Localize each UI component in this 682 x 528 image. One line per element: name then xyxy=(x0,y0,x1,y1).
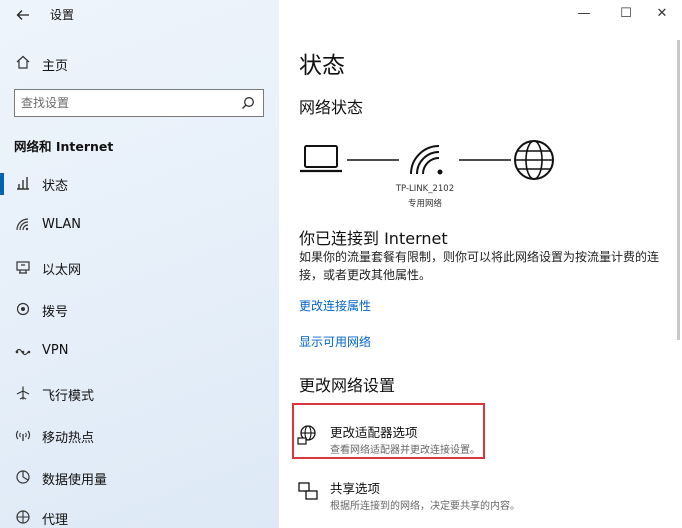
back-button[interactable] xyxy=(12,5,34,25)
sidebar-item-label: 代理 xyxy=(42,513,69,528)
active-indicator xyxy=(0,173,4,195)
airplane-icon xyxy=(14,385,32,403)
sidebar-item-label: 移动热点 xyxy=(42,431,95,446)
back-arrow-icon xyxy=(16,10,29,20)
sidebar-item-proxy[interactable]: 代理 xyxy=(0,504,279,528)
network-status-heading: 网络状态 xyxy=(299,98,364,117)
home-icon xyxy=(14,54,32,72)
connected-description: 如果你的流量套餐有限制，则你可以将此网络设置为按流量计费的连接，或者更改其他属性… xyxy=(299,250,660,282)
internet-globe-icon xyxy=(514,140,554,180)
laptop-icon xyxy=(300,145,342,173)
page-title: 状态 xyxy=(299,53,345,79)
sidebar: 设置 主页 网络和 Internet 状态 W xyxy=(0,0,279,528)
wifi-icon xyxy=(14,217,32,235)
sidebar-item-label: WLAN xyxy=(42,217,82,232)
sidebar-item-dialup[interactable]: 拨号 xyxy=(0,296,279,324)
option-title: 更改适配器选项 xyxy=(330,425,418,440)
minimize-button[interactable]: — xyxy=(568,4,600,24)
option-description: 查看网络适配器并更改连接设置。 xyxy=(330,445,480,456)
window-controls: — ☐ ✕ xyxy=(552,0,682,30)
wifi-signal-icon xyxy=(410,145,443,175)
sidebar-item-label: 数据使用量 xyxy=(42,473,108,488)
sidebar-item-wlan[interactable]: WLAN xyxy=(0,212,279,240)
dialup-icon xyxy=(14,301,32,319)
proxy-icon xyxy=(14,509,32,527)
search-box[interactable] xyxy=(14,89,264,117)
status-icon xyxy=(14,175,32,193)
change-network-settings-heading: 更改网络设置 xyxy=(299,376,396,395)
close-button[interactable]: ✕ xyxy=(646,4,678,24)
maximize-button[interactable]: ☐ xyxy=(610,4,642,24)
show-available-networks-link[interactable]: 显示可用网络 xyxy=(299,333,371,350)
network-ssid: TP-LINK_2102 xyxy=(395,184,455,194)
content-pane: — ☐ ✕ 状态 网络状态 TP-LINK_2102 专用网络 你已连接到 In… xyxy=(279,0,682,528)
network-type: 专用网络 xyxy=(407,199,442,209)
app-title: 设置 xyxy=(50,8,75,22)
change-adapter-options[interactable]: 更改适配器选项 查看网络适配器并更改连接设置。 xyxy=(297,422,657,462)
change-connection-properties-link[interactable]: 更改连接属性 xyxy=(299,297,371,314)
sidebar-item-vpn[interactable]: VPN xyxy=(0,338,279,366)
option-description: 根据所连接到的网络，决定要共享的内容。 xyxy=(330,501,520,512)
sharing-icon xyxy=(298,482,318,500)
sidebar-item-ethernet[interactable]: 以太网 xyxy=(0,254,279,282)
option-title: 共享选项 xyxy=(330,481,381,496)
hotspot-icon xyxy=(14,427,32,445)
ethernet-icon xyxy=(14,259,32,277)
vpn-icon xyxy=(14,343,32,361)
sidebar-item-label: VPN xyxy=(42,343,69,358)
search-input[interactable] xyxy=(21,93,231,113)
sidebar-item-label: 状态 xyxy=(42,179,69,194)
sharing-options[interactable]: 共享选项 根据所连接到的网络，决定要共享的内容。 xyxy=(297,478,657,518)
sidebar-home-label: 主页 xyxy=(42,59,69,74)
sidebar-item-hotspot[interactable]: 移动热点 xyxy=(0,422,279,450)
sidebar-item-status[interactable]: 状态 xyxy=(0,170,279,198)
sidebar-item-label: 拨号 xyxy=(42,305,69,320)
sidebar-item-airplane[interactable]: 飞行模式 xyxy=(0,380,279,408)
search-icon[interactable] xyxy=(241,96,255,110)
sidebar-item-data-usage[interactable]: 数据使用量 xyxy=(0,464,279,492)
sidebar-item-label: 以太网 xyxy=(42,263,82,278)
settings-window: 设置 主页 网络和 Internet 状态 W xyxy=(0,0,682,528)
data-usage-icon xyxy=(14,469,32,487)
section-title: 网络和 Internet xyxy=(14,139,114,154)
adapter-globe-icon xyxy=(297,425,316,445)
connected-heading: 你已连接到 Internet xyxy=(299,229,448,248)
scrollbar[interactable] xyxy=(677,40,680,340)
sidebar-item-label: 飞行模式 xyxy=(42,389,95,404)
sidebar-item-home[interactable]: 主页 xyxy=(0,50,279,76)
